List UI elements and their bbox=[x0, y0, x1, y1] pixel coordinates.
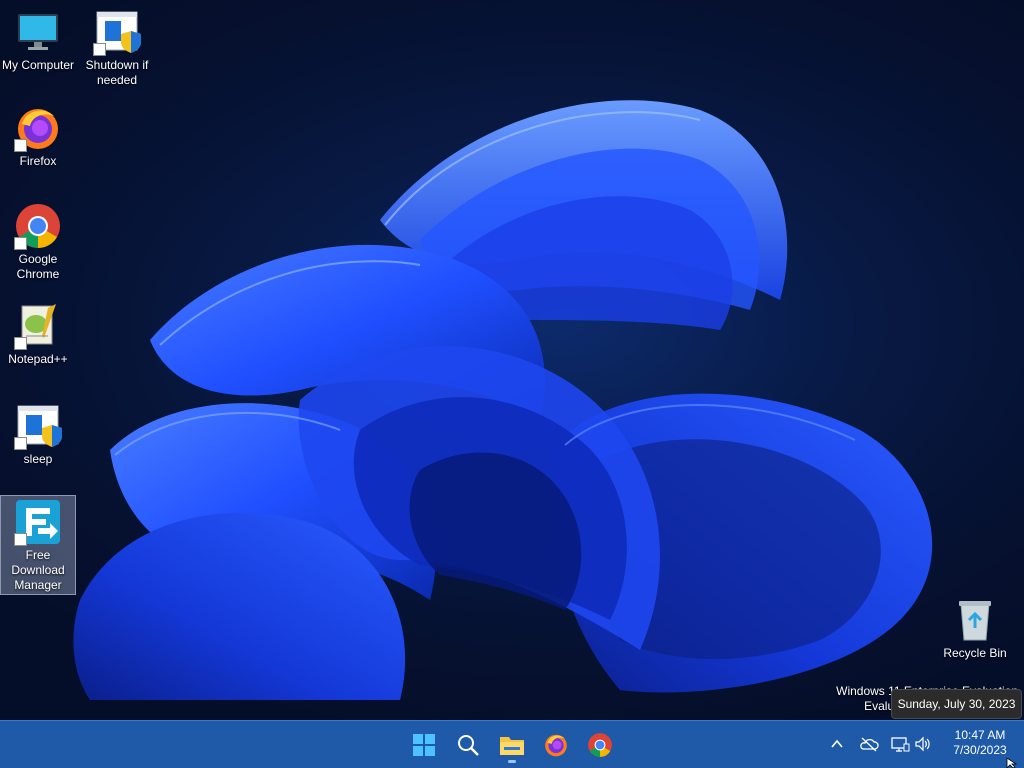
file-explorer-button[interactable] bbox=[492, 725, 532, 765]
start-icon bbox=[413, 734, 435, 756]
desktop-icon-sleep[interactable]: sleep bbox=[0, 402, 76, 467]
firefox-taskbar-button[interactable] bbox=[536, 725, 576, 765]
volume-icon bbox=[915, 736, 930, 752]
shortcut-arrow-icon bbox=[14, 337, 27, 350]
date-tooltip: Sunday, July 30, 2023 bbox=[891, 689, 1022, 719]
desktop-icon-recycle-bin[interactable]: Recycle Bin bbox=[937, 596, 1013, 661]
search-button[interactable] bbox=[448, 725, 488, 765]
monitor-icon bbox=[14, 8, 62, 56]
shield-shortcut-icon bbox=[14, 402, 62, 450]
shortcut-arrow-icon bbox=[14, 139, 27, 152]
desktop-icon-label: Firefox bbox=[19, 154, 57, 168]
shortcut-arrow-icon bbox=[14, 437, 27, 450]
onedrive-tray-button[interactable] bbox=[858, 733, 880, 755]
desktop-icon-label: Recycle Bin bbox=[943, 646, 1007, 660]
desktop-icon-label: My Computer bbox=[1, 58, 75, 72]
volume-tray-button[interactable] bbox=[912, 733, 934, 755]
shortcut-arrow-icon bbox=[14, 533, 27, 546]
start-button[interactable] bbox=[404, 725, 444, 765]
shield-shortcut-icon bbox=[93, 8, 141, 56]
fdm-icon bbox=[14, 498, 62, 546]
desktop-icon-label: Shutdown if needed bbox=[85, 58, 149, 87]
network-icon bbox=[891, 737, 910, 752]
clock-time: 10:47 AM bbox=[954, 728, 1006, 742]
desktop-icon-label: Free Download Manager bbox=[11, 548, 65, 592]
shortcut-arrow-icon bbox=[93, 43, 106, 56]
running-indicator bbox=[508, 760, 516, 763]
notepadpp-icon bbox=[14, 302, 62, 350]
desktop-icon-my-computer[interactable]: My Computer bbox=[0, 8, 76, 73]
desktop-icon-firefox[interactable]: Firefox bbox=[0, 104, 76, 169]
network-tray-button[interactable] bbox=[889, 733, 911, 755]
desktop[interactable]: My Computer Shutdown if needed Firefox G… bbox=[0, 0, 1024, 720]
desktop-icon-chrome[interactable]: Google Chrome bbox=[0, 202, 76, 282]
chrome-taskbar-button[interactable] bbox=[580, 725, 620, 765]
search-icon bbox=[458, 735, 479, 756]
desktop-icon-free-download-manager[interactable]: Free Download Manager bbox=[0, 495, 76, 595]
desktop-icon-label: sleep bbox=[23, 452, 53, 466]
firefox-icon bbox=[545, 734, 567, 757]
desktop-icon-notepadpp[interactable]: Notepad++ bbox=[0, 302, 76, 367]
chrome-icon bbox=[14, 202, 62, 250]
recycle-bin-icon bbox=[951, 596, 999, 644]
shortcut-arrow-icon bbox=[14, 237, 27, 250]
chevron-up-icon bbox=[831, 739, 843, 748]
wallpaper-bloom bbox=[73, 100, 933, 700]
firefox-icon bbox=[14, 104, 62, 152]
desktop-icon-label: Notepad++ bbox=[8, 352, 68, 366]
onedrive-icon bbox=[860, 737, 879, 752]
desktop-icon-label: Google Chrome bbox=[16, 252, 60, 281]
show-hidden-icons-button[interactable] bbox=[826, 733, 848, 755]
clock-date: 7/30/2023 bbox=[953, 743, 1007, 757]
mouse-pointer-icon bbox=[1006, 758, 1018, 768]
file-explorer-icon bbox=[500, 737, 524, 755]
chrome-icon bbox=[588, 733, 612, 757]
taskbar bbox=[0, 720, 1024, 768]
desktop-icon-shutdown[interactable]: Shutdown if needed bbox=[79, 8, 155, 88]
